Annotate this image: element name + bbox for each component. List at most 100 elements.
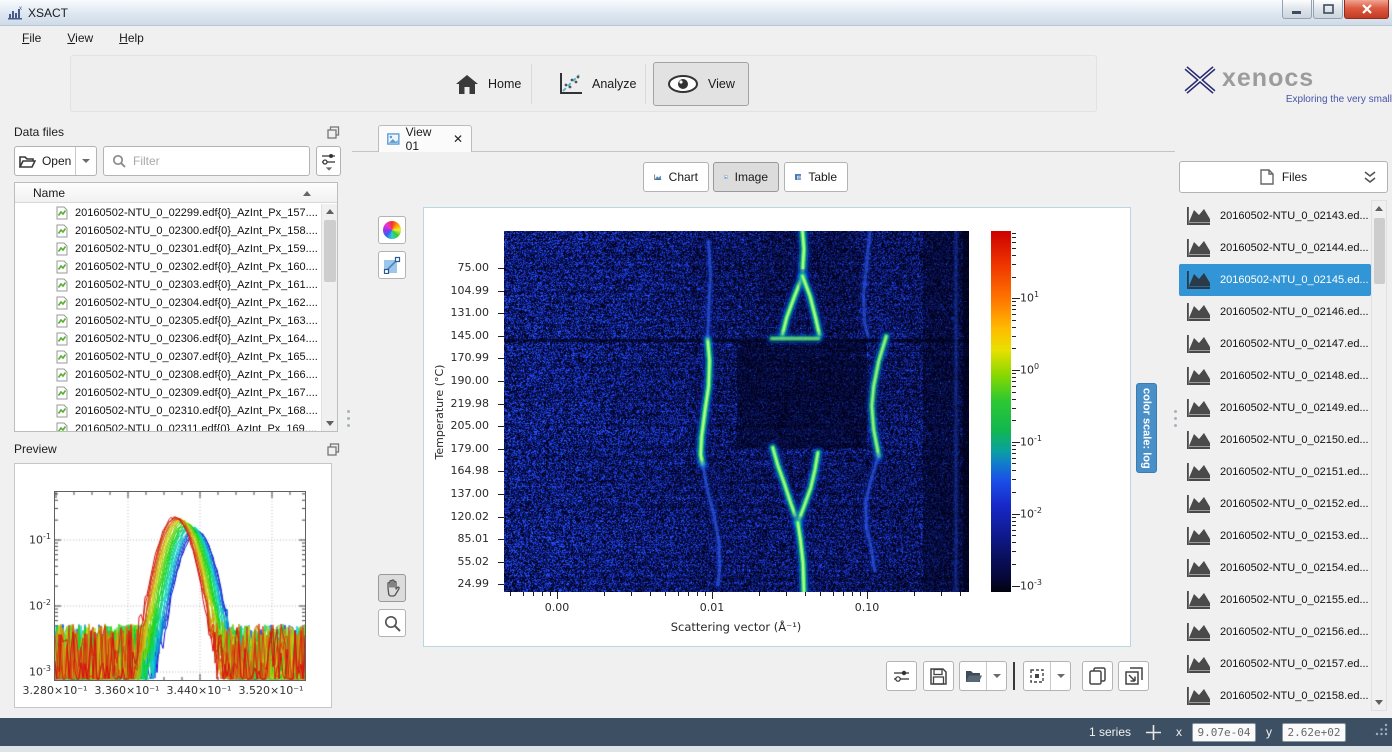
file-row[interactable]: 20160502-NTU_0_02307.edf{0}_AzInt_Px_165… <box>15 348 321 366</box>
float-panel-icon[interactable] <box>327 126 340 139</box>
color-scale-button[interactable]: color scale: log <box>1136 383 1157 473</box>
file-item[interactable]: 20160502-NTU_0_02156.ed... <box>1179 616 1371 648</box>
nav-view-button[interactable]: View <box>653 62 749 106</box>
open-in-split-button <box>959 661 1007 691</box>
tab-close-icon[interactable]: ✕ <box>453 133 463 145</box>
doc-chart-icon <box>56 332 68 346</box>
splitter-handle[interactable] <box>1173 405 1177 431</box>
levels-button[interactable] <box>378 251 406 279</box>
float-panel-icon[interactable] <box>327 443 340 456</box>
snapshot-dropdown-button[interactable] <box>1050 662 1070 690</box>
colorbar-label: 10-3 <box>1020 578 1042 593</box>
file-item[interactable]: 20160502-NTU_0_02158.ed... <box>1179 680 1371 711</box>
table-mode-button[interactable]: Table <box>784 162 848 192</box>
colorbar-tick <box>1012 445 1016 446</box>
file-row[interactable]: 20160502-NTU_0_02305.edf{0}_AzInt_Px_163… <box>15 312 321 330</box>
save-button[interactable] <box>923 661 954 691</box>
tab-view-01[interactable]: View 01 ✕ <box>378 125 472 152</box>
file-item[interactable]: 20160502-NTU_0_02147.ed... <box>1179 328 1371 360</box>
files-header-button[interactable]: Files <box>1179 161 1388 193</box>
file-row[interactable]: 20160502-NTU_0_02310.edf{0}_AzInt_Px_168… <box>15 402 321 420</box>
file-item[interactable]: 20160502-NTU_0_02154.ed... <box>1179 552 1371 584</box>
splitter-handle[interactable] <box>346 405 350 431</box>
menu-view[interactable]: View <box>57 28 103 48</box>
nav-analyze-label: Analyze <box>592 77 636 91</box>
y-coordinate-value: 2.62e+02 <box>1282 723 1346 742</box>
colorbar-label: 10-2 <box>1020 506 1042 521</box>
file-name: 20160502-NTU_0_02307.edf{0}_AzInt_Px_165… <box>75 351 318 363</box>
copy-button[interactable] <box>1082 661 1113 691</box>
nav-analyze-button[interactable]: Analyze <box>543 62 650 106</box>
y-tick <box>498 291 504 292</box>
file-item[interactable]: 20160502-NTU_0_02151.ed... <box>1179 456 1371 488</box>
y-tick-label: 164.98 <box>424 464 494 477</box>
pan-button[interactable] <box>378 574 406 602</box>
scroll-up-button[interactable] <box>1372 201 1386 216</box>
snapshot-button[interactable] <box>1024 667 1050 685</box>
preview-chart[interactable] <box>54 491 306 681</box>
colormap-button[interactable] <box>378 216 406 244</box>
file-item[interactable]: 20160502-NTU_0_02152.ed... <box>1179 488 1371 520</box>
zoom-button[interactable] <box>378 609 406 637</box>
file-row[interactable]: 20160502-NTU_0_02299.edf{0}_AzInt_Px_157… <box>15 204 321 222</box>
maximize-button[interactable] <box>1313 0 1343 19</box>
scroll-down-button[interactable] <box>1372 695 1386 710</box>
open-dropdown-button[interactable] <box>75 147 96 175</box>
menu-help[interactable]: Help <box>109 28 154 48</box>
file-item[interactable]: 20160502-NTU_0_02144.ed... <box>1179 232 1371 264</box>
file-row[interactable]: 20160502-NTU_0_02304.edf{0}_AzInt_Px_162… <box>15 294 321 312</box>
scroll-up-button[interactable] <box>322 204 337 219</box>
open-button[interactable]: Open <box>15 147 75 175</box>
x-tick <box>805 592 806 596</box>
chart-mode-button[interactable]: Chart <box>643 162 709 192</box>
close-button[interactable] <box>1344 0 1389 19</box>
file-item[interactable]: 20160502-NTU_0_02150.ed... <box>1179 424 1371 456</box>
search-icon <box>112 154 126 168</box>
x-tick <box>604 592 605 596</box>
name-column-header[interactable]: Name <box>15 183 337 203</box>
file-row[interactable]: 20160502-NTU_0_02311.edf{0}_AzInt_Px_169… <box>15 420 321 431</box>
scrollbar-thumb[interactable] <box>1374 218 1385 284</box>
open-folder-button[interactable] <box>960 669 986 684</box>
right-list-scrollbar[interactable] <box>1371 200 1387 711</box>
filter-options-button[interactable] <box>316 146 341 176</box>
minimize-button[interactable] <box>1282 0 1312 19</box>
file-item[interactable]: 20160502-NTU_0_02146.ed... <box>1179 296 1371 328</box>
file-name: 20160502-NTU_0_02302.edf{0}_AzInt_Px_160… <box>75 261 318 273</box>
file-item[interactable]: 20160502-NTU_0_02148.ed... <box>1179 360 1371 392</box>
file-item[interactable]: 20160502-NTU_0_02143.ed... <box>1179 200 1371 232</box>
file-item[interactable]: 20160502-NTU_0_02153.ed... <box>1179 520 1371 552</box>
x-tick-label: 0.01 <box>682 601 742 614</box>
nav-home-button[interactable]: Home <box>441 62 535 106</box>
send-to-button[interactable] <box>1118 661 1149 691</box>
scroll-down-button[interactable] <box>322 416 337 431</box>
file-item[interactable]: 20160502-NTU_0_02149.ed... <box>1179 392 1371 424</box>
file-name: 20160502-NTU_0_02149.ed... <box>1220 402 1369 414</box>
image-mode-button[interactable]: Image <box>713 162 779 192</box>
sort-ascending-icon <box>303 191 311 196</box>
data-files-title: Data files <box>14 125 64 139</box>
area-chart-icon <box>1186 654 1212 674</box>
menu-file[interactable]: File <box>12 28 51 48</box>
file-row[interactable]: 20160502-NTU_0_02308.edf{0}_AzInt_Px_166… <box>15 366 321 384</box>
filter-input[interactable] <box>133 154 301 168</box>
scrollbar-thumb[interactable] <box>324 220 336 282</box>
file-row[interactable]: 20160502-NTU_0_02300.edf{0}_AzInt_Px_158… <box>15 222 321 240</box>
heatmap-image[interactable] <box>504 231 969 592</box>
folder-dropdown-button[interactable] <box>986 662 1006 690</box>
tracker-crosshair-icon[interactable] <box>1145 724 1162 741</box>
file-row[interactable]: 20160502-NTU_0_02306.edf{0}_AzInt_Px_164… <box>15 330 321 348</box>
file-list-scrollbar[interactable] <box>321 204 337 431</box>
file-row[interactable]: 20160502-NTU_0_02301.edf{0}_AzInt_Px_159… <box>15 240 321 258</box>
file-item-selected[interactable]: 20160502-NTU_0_02145.ed... <box>1179 264 1371 296</box>
file-row[interactable]: 20160502-NTU_0_02309.edf{0}_AzInt_Px_167… <box>15 384 321 402</box>
file-row[interactable]: 20160502-NTU_0_02303.edf{0}_AzInt_Px_161… <box>15 276 321 294</box>
menu-bar: File View Help <box>0 26 1392 49</box>
file-item[interactable]: 20160502-NTU_0_02155.ed... <box>1179 584 1371 616</box>
file-row[interactable]: 20160502-NTU_0_02302.edf{0}_AzInt_Px_160… <box>15 258 321 276</box>
export-settings-button[interactable] <box>886 661 917 691</box>
file-item[interactable]: 20160502-NTU_0_02157.ed... <box>1179 648 1371 680</box>
resize-grip-icon[interactable] <box>1374 722 1388 736</box>
colorbar-tick <box>1012 514 1020 515</box>
colorbar-label: 10-1 <box>1020 434 1042 449</box>
